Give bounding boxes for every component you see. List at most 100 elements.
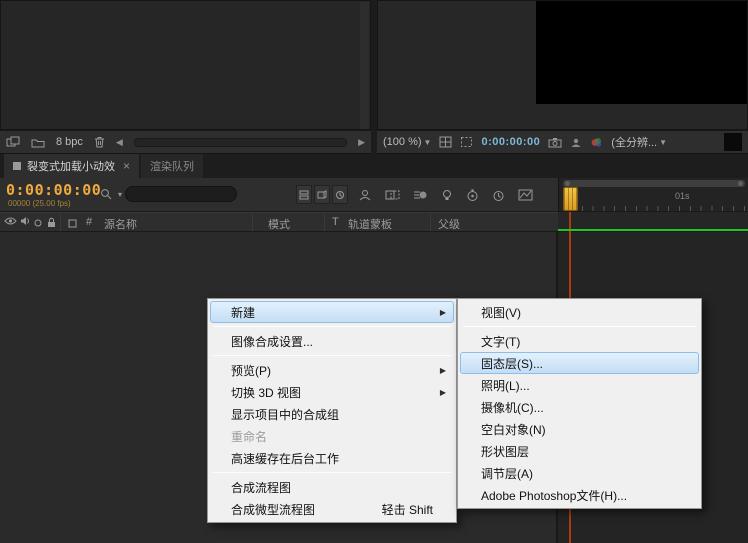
exposure-control[interactable] [724, 133, 742, 151]
bpc-label: 8 bpc [56, 136, 83, 148]
live-update-icon[interactable] [332, 185, 348, 204]
tab-render-queue-label: 渲染队列 [150, 158, 194, 174]
resolution-select[interactable]: (全分辨... ▼ [611, 134, 667, 150]
close-icon[interactable]: × [123, 159, 130, 173]
menu-separator [213, 355, 451, 356]
submenu-item-light[interactable]: 照明(L)... [460, 374, 699, 396]
column-parent[interactable]: 父级 [438, 216, 460, 232]
menu-item-preview[interactable]: 预览(P) ▶ [210, 359, 454, 381]
submenu-item-adjustment-layer[interactable]: 调节层(A) [460, 462, 699, 484]
graph-editor-icon[interactable] [518, 189, 533, 201]
chevron-down-icon: ▼ [659, 138, 667, 147]
grid-guides-icon[interactable] [439, 136, 452, 148]
project-panel [0, 0, 371, 130]
composition-view[interactable] [536, 1, 747, 104]
search-input[interactable] [125, 186, 237, 202]
new-submenu: 视图(V) 文字(T) 固态层(S)... 照明(L)... 摄像机(C)...… [457, 298, 702, 509]
resolution-value: (全分辨... [611, 134, 657, 150]
time-navigator[interactable] [563, 180, 745, 187]
menu-item-composition-mini-flowchart[interactable]: 合成微型流程图 轻击 Shift [210, 498, 454, 520]
navigator-start-handle[interactable] [565, 181, 570, 186]
tab-composition[interactable]: 裂变式加载小动效 × [4, 154, 139, 178]
search-icon[interactable] [100, 188, 113, 201]
scroll-right-icon[interactable]: ▶ [358, 137, 365, 148]
region-of-interest-icon[interactable] [460, 136, 473, 148]
zoom-value: (100 %) [383, 136, 422, 148]
show-snapshot-icon[interactable] [570, 137, 582, 148]
navigator-end-handle[interactable] [738, 181, 743, 186]
auto-keyframe-icon[interactable] [466, 189, 479, 202]
stopwatch-icon[interactable] [492, 189, 505, 202]
submenu-arrow-icon: ▶ [440, 388, 446, 397]
frame-blend-icon[interactable] [385, 189, 400, 201]
submenu-arrow-icon: ▶ [440, 366, 446, 375]
composition-viewer-panel [377, 0, 748, 130]
new-folder-icon[interactable] [31, 137, 45, 148]
submenu-arrow-icon: ▶ [440, 308, 446, 317]
submenu-item-solid[interactable]: 固态层(S)... [460, 352, 699, 374]
menu-item-reveal-composition[interactable]: 显示项目中的合成组 [210, 403, 454, 425]
column-source-name[interactable]: 源名称 [104, 216, 137, 232]
ruler-label-01s: 01s [675, 191, 690, 201]
menu-separator [213, 472, 451, 473]
bpc-button[interactable]: 8 bpc [56, 136, 83, 148]
project-horizontal-scrollbar[interactable] [134, 138, 347, 147]
submenu-item-shape-layer[interactable]: 形状图层 [460, 440, 699, 462]
menu-item-new[interactable]: 新建 ▶ [210, 301, 454, 323]
hide-shy-icon[interactable] [358, 189, 372, 201]
column-layer-number[interactable]: # [86, 216, 92, 228]
menu-item-switch-3d-view[interactable]: 切换 3D 视图 ▶ [210, 381, 454, 403]
snapshot-camera-icon[interactable] [548, 137, 562, 148]
cache-indicator [558, 229, 748, 231]
panel-tab-bar: 裂变式加载小动效 × 渲染队列 [0, 154, 748, 178]
current-time-indicator-handle[interactable] [563, 187, 578, 211]
audio-icon[interactable] [20, 216, 31, 226]
submenu-item-photoshop-file[interactable]: Adobe Photoshop文件(H)... [460, 484, 699, 506]
eye-icon[interactable] [4, 216, 17, 226]
menu-item-composition-settings[interactable]: 图像合成设置... [210, 330, 454, 352]
brainstorm-icon[interactable] [441, 189, 453, 202]
viewer-timecode[interactable]: 0:00:00:00 [481, 136, 540, 148]
project-panel-footer: 8 bpc ◀ ▶ [0, 130, 371, 154]
menu-item-rename: 重命名 [210, 425, 454, 447]
project-panel-scrollbar[interactable] [360, 2, 369, 129]
menu-item-composition-flowchart[interactable]: 合成流程图 [210, 476, 454, 498]
project-flowchart-icon[interactable] [6, 136, 20, 148]
timeline-switch-row [358, 185, 533, 205]
column-t[interactable]: T [332, 216, 339, 228]
menu-separator [463, 326, 696, 327]
ruler-ticks [571, 206, 748, 211]
menu-separator [213, 326, 451, 327]
menu-item-cache-in-background[interactable]: 高速缓存在后台工作 [210, 447, 454, 469]
frame-info: 00000 (25.00 fps) [8, 199, 71, 208]
menu-shortcut: 轻击 Shift [382, 501, 433, 518]
trash-icon[interactable] [94, 136, 105, 148]
context-menu: 新建 ▶ 图像合成设置... 预览(P) ▶ 切换 3D 视图 ▶ 显示项目中的… [207, 298, 457, 523]
label-color-icon[interactable] [68, 219, 77, 228]
column-track-matte[interactable]: 轨道蒙板 [348, 216, 392, 232]
after-effects-window: 8 bpc ◀ ▶ (100 %) ▼ 0:00:00:00 [0, 0, 748, 543]
submenu-item-view[interactable]: 视图(V) [460, 301, 699, 323]
tab-render-queue[interactable]: 渲染队列 [141, 154, 203, 178]
magnification-select[interactable]: (100 %) ▼ [383, 136, 431, 148]
submenu-item-camera[interactable]: 摄像机(C)... [460, 396, 699, 418]
submenu-item-null-object[interactable]: 空白对象(N) [460, 418, 699, 440]
lock-icon[interactable] [47, 217, 56, 228]
column-mode[interactable]: 模式 [268, 216, 290, 232]
chevron-down-icon: ▼ [424, 138, 432, 147]
timeline-ruler[interactable]: 0s 01s [558, 178, 748, 212]
draft-3d-icon[interactable] [314, 185, 330, 204]
composition-button-group [296, 185, 348, 204]
current-time-display[interactable]: 0:00:00:00 [6, 181, 101, 199]
scroll-left-icon[interactable]: ◀ [116, 137, 123, 148]
chevron-down-icon[interactable]: ▾ [118, 190, 122, 199]
show-channel-icon[interactable] [590, 137, 603, 148]
panel-icon [13, 162, 21, 170]
solo-icon[interactable] [34, 219, 42, 227]
timeline-search: ▾ [100, 186, 237, 202]
mini-flowchart-icon[interactable] [296, 185, 312, 204]
motion-blur-icon[interactable] [413, 189, 428, 201]
submenu-item-text[interactable]: 文字(T) [460, 330, 699, 352]
viewer-footer: (100 %) ▼ 0:00:00:00 (全分辨... ▼ [377, 130, 748, 154]
layer-column-header: # 源名称 模式 T 轨道蒙板 父级 [0, 212, 558, 232]
